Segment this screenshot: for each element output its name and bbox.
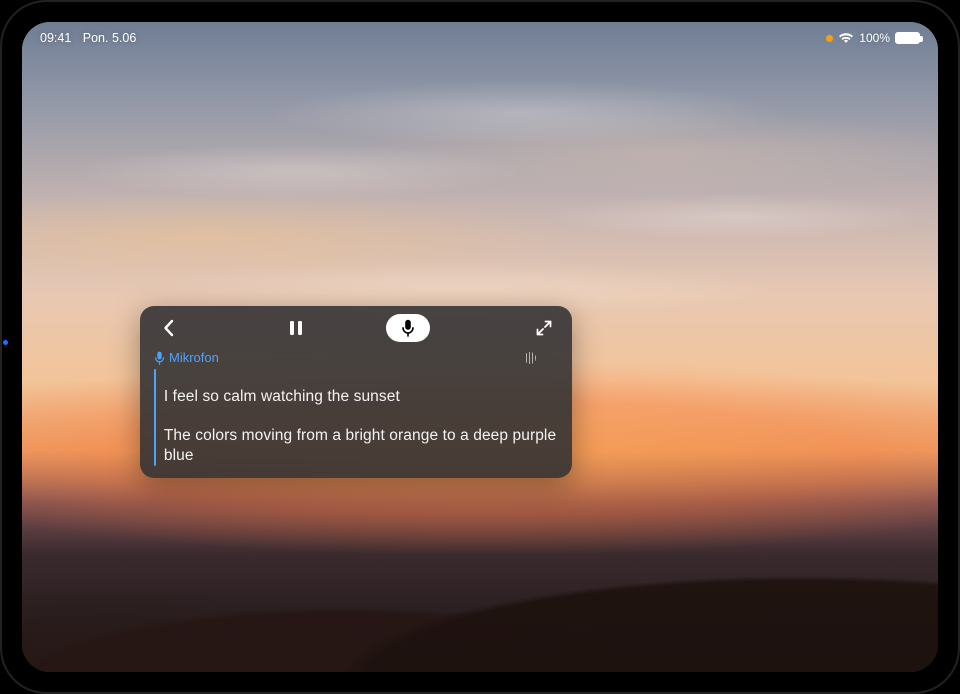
ipad-device-frame: 09:41 Pon. 5.06 100%: [0, 0, 960, 694]
battery-icon: [895, 32, 920, 44]
live-captions-body: Mikrofon I feel so calm watching the sun…: [140, 348, 572, 478]
caption-line-2: The colors moving from a bright orange t…: [164, 427, 556, 464]
pause-icon: [289, 320, 303, 336]
expand-icon: [536, 320, 552, 336]
status-time: 09:41: [40, 31, 71, 45]
expand-button[interactable]: [530, 314, 558, 342]
status-bar: 09:41 Pon. 5.06 100%: [22, 28, 938, 48]
battery-percent: 100%: [859, 31, 890, 45]
status-bar-left: 09:41 Pon. 5.06: [40, 31, 144, 45]
ipad-screen: 09:41 Pon. 5.06 100%: [22, 22, 938, 672]
caption-source-row: Mikrofon: [154, 350, 558, 365]
wifi-icon: [838, 32, 854, 44]
pause-button[interactable]: [282, 314, 310, 342]
caption-accent-rule: [154, 369, 156, 466]
status-bar-right: 100%: [826, 31, 920, 45]
live-captions-toolbar: [140, 306, 572, 348]
caption-source-text: Mikrofon: [169, 350, 219, 365]
caption-transcript: I feel so calm watching the sunset The c…: [154, 367, 558, 466]
side-indicator-dot: [3, 340, 8, 345]
mic-in-use-indicator-icon: [826, 35, 833, 42]
status-date: Pon. 5.06: [83, 31, 137, 45]
audio-waveform-icon: [502, 352, 558, 364]
caption-line-1: I feel so calm watching the sunset: [164, 388, 400, 405]
back-button[interactable]: [154, 314, 182, 342]
live-captions-panel[interactable]: Mikrofon I feel so calm watching the sun…: [140, 306, 572, 478]
caption-text: I feel so calm watching the sunset The c…: [164, 367, 558, 466]
chevron-left-icon: [162, 319, 175, 337]
microphone-toggle-button[interactable]: [386, 314, 430, 342]
caption-source-label: Mikrofon: [154, 350, 219, 365]
microphone-icon: [401, 319, 415, 337]
microphone-small-icon: [154, 351, 165, 365]
